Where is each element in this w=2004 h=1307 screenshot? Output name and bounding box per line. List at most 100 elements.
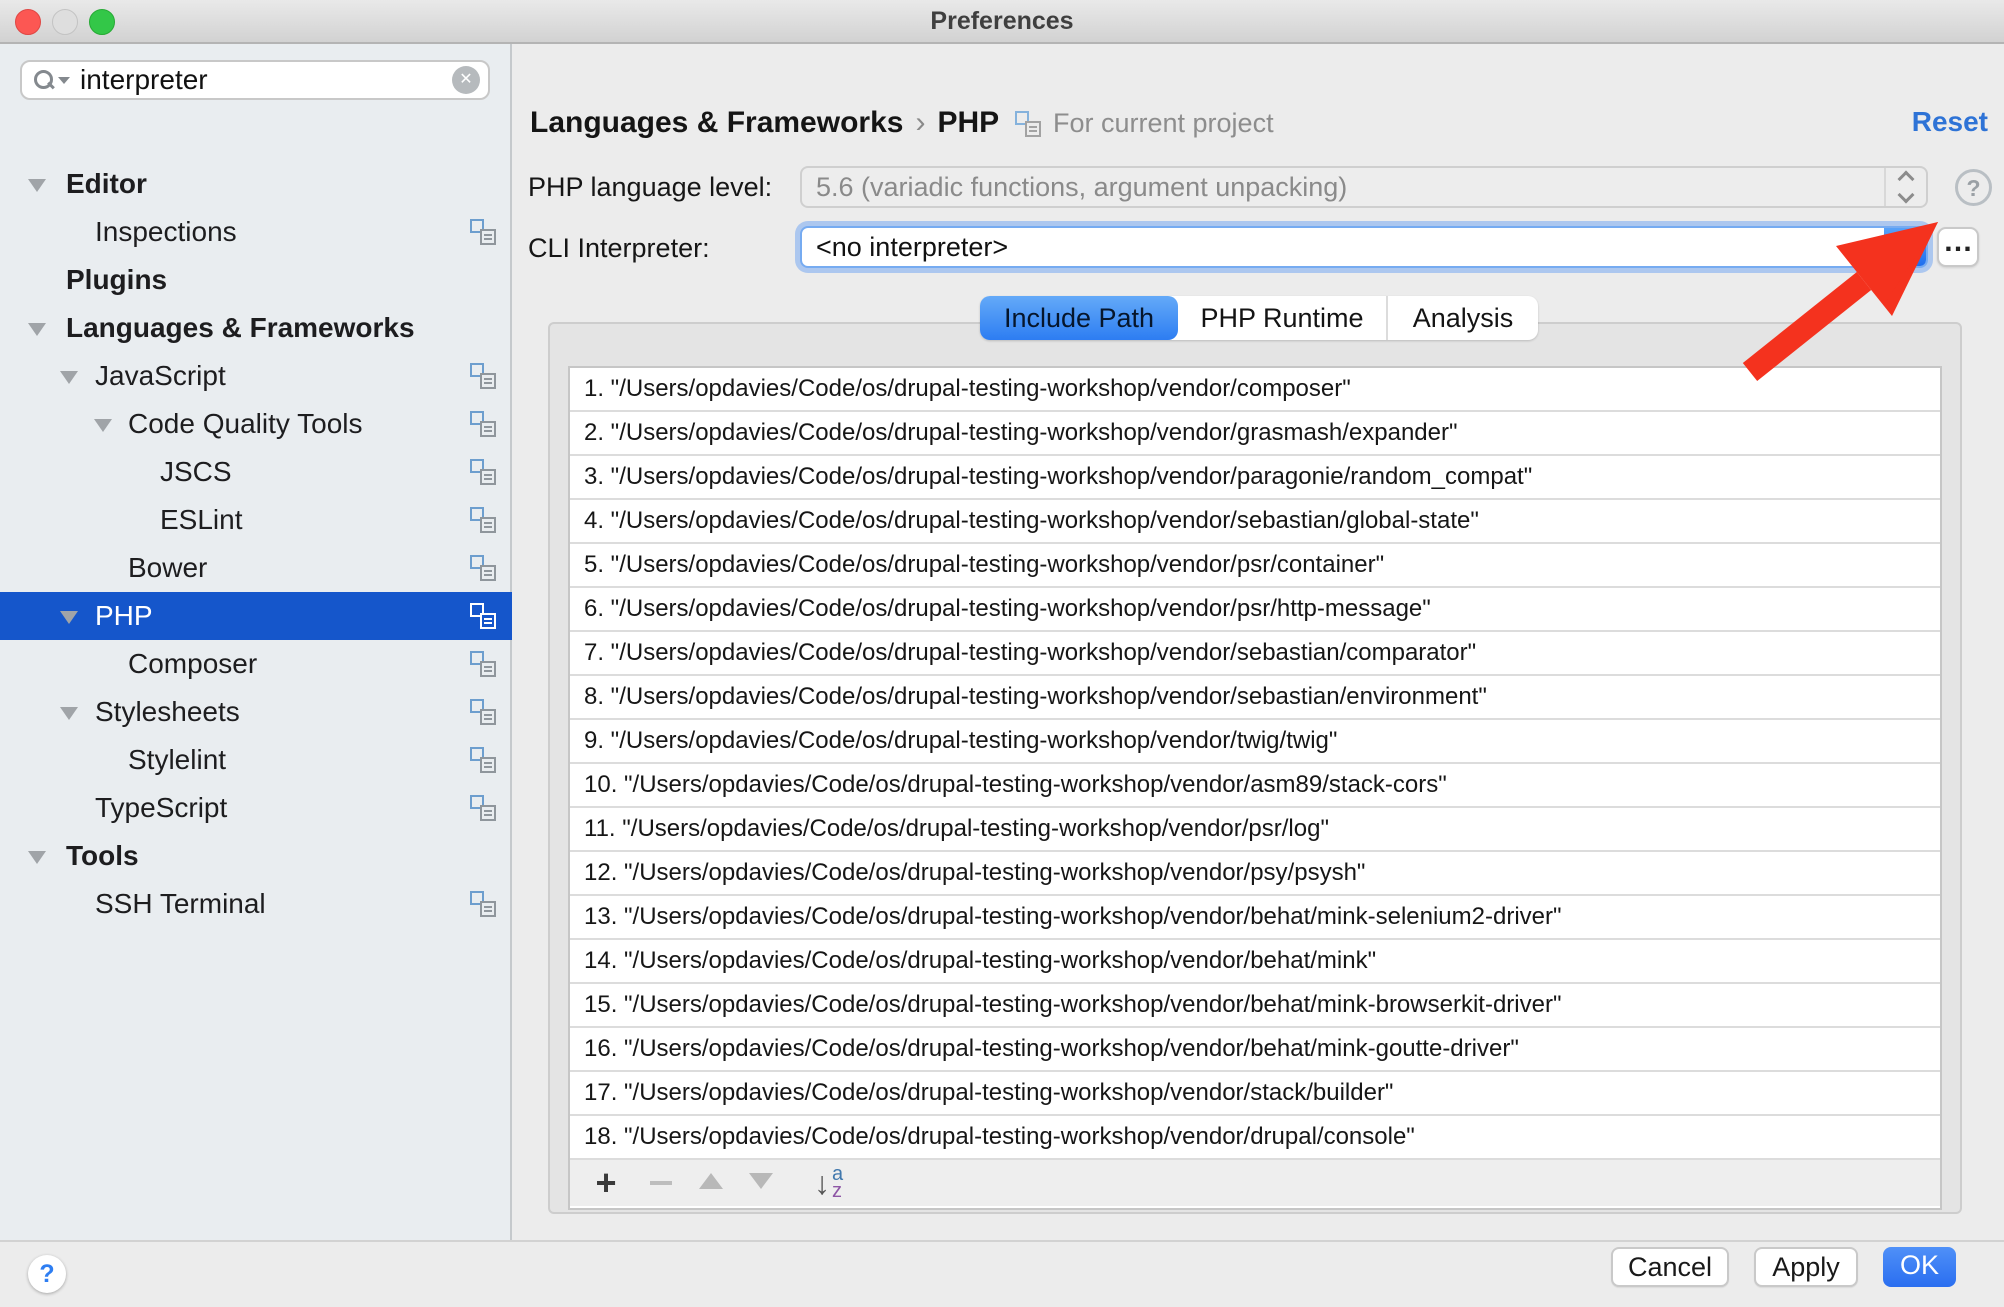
search-options-caret-icon[interactable] xyxy=(58,77,70,84)
include-path-row[interactable]: 17. "/Users/opdavies/Code/os/drupal-test… xyxy=(570,1072,1940,1116)
expand-triangle-icon[interactable] xyxy=(28,851,46,864)
expand-triangle-icon[interactable] xyxy=(28,323,46,336)
sidebar-item-label: PHP xyxy=(95,592,153,640)
cancel-button[interactable]: Cancel xyxy=(1611,1247,1729,1287)
breadcrumb-separator: › xyxy=(903,106,937,139)
include-path-row[interactable]: 9. "/Users/opdavies/Code/os/drupal-testi… xyxy=(570,720,1940,764)
stepper-icon xyxy=(1884,168,1926,206)
ok-button[interactable]: OK xyxy=(1883,1247,1956,1287)
sidebar-item-label: Tools xyxy=(66,832,139,880)
per-project-settings-icon xyxy=(470,363,496,389)
include-path-list: 1. "/Users/opdavies/Code/os/drupal-testi… xyxy=(568,366,1942,1210)
include-path-row[interactable]: 14. "/Users/opdavies/Code/os/drupal-test… xyxy=(570,940,1940,984)
sort-alphabetically-button[interactable]: ↓ az xyxy=(814,1165,843,1202)
sidebar-item-label: Languages & Frameworks xyxy=(66,304,415,352)
reset-link[interactable]: Reset xyxy=(1912,106,1988,138)
settings-content: Languages & Frameworks›PHP For current p… xyxy=(512,44,2004,1240)
search-field[interactable]: ✕ xyxy=(20,60,490,100)
sidebar-item-jscs[interactable]: JSCS xyxy=(0,448,512,496)
move-up-button[interactable] xyxy=(686,1173,736,1194)
per-project-settings-icon xyxy=(470,219,496,245)
breadcrumb-current: PHP xyxy=(937,106,999,139)
include-path-row[interactable]: 3. "/Users/opdavies/Code/os/drupal-testi… xyxy=(570,456,1940,500)
include-path-row[interactable]: 11. "/Users/opdavies/Code/os/drupal-test… xyxy=(570,808,1940,852)
sidebar-item-label: Inspections xyxy=(95,208,237,256)
sidebar-item-label: Editor xyxy=(66,160,147,208)
sidebar-item-bower[interactable]: Bower xyxy=(0,544,512,592)
include-path-row[interactable]: 4. "/Users/opdavies/Code/os/drupal-testi… xyxy=(570,500,1940,544)
expand-triangle-icon[interactable] xyxy=(60,707,78,720)
include-path-row[interactable]: 12. "/Users/opdavies/Code/os/drupal-test… xyxy=(570,852,1940,896)
cli-interpreter-label: CLI Interpreter: xyxy=(528,233,710,264)
sidebar-item-php[interactable]: PHP xyxy=(0,592,512,640)
expand-triangle-icon[interactable] xyxy=(94,419,112,432)
cli-interpreter-value: <no interpreter> xyxy=(816,228,1874,267)
sidebar-item-ssh-terminal[interactable]: SSH Terminal xyxy=(0,880,512,928)
sidebar-item-code-quality-tools[interactable]: Code Quality Tools xyxy=(0,400,512,448)
include-path-row[interactable]: 8. "/Users/opdavies/Code/os/drupal-testi… xyxy=(570,676,1940,720)
sidebar-item-label: TypeScript xyxy=(95,784,227,832)
scope-note: For current project xyxy=(1015,108,1274,139)
remove-path-button[interactable] xyxy=(636,1174,686,1192)
sidebar-item-inspections[interactable]: Inspections xyxy=(0,208,512,256)
language-level-label: PHP language level: xyxy=(528,172,772,203)
clear-search-icon[interactable]: ✕ xyxy=(452,66,480,94)
per-project-settings-icon xyxy=(470,411,496,437)
language-level-value: 5.6 (variadic functions, argument unpack… xyxy=(816,168,1874,207)
include-path-row[interactable]: 13. "/Users/opdavies/Code/os/drupal-test… xyxy=(570,896,1940,940)
help-icon[interactable]: ? xyxy=(1955,169,1992,206)
add-path-button[interactable]: + xyxy=(576,1162,636,1204)
sidebar-item-label: SSH Terminal xyxy=(95,880,266,928)
include-path-row[interactable]: 16. "/Users/opdavies/Code/os/drupal-test… xyxy=(570,1028,1940,1072)
language-level-dropdown[interactable]: 5.6 (variadic functions, argument unpack… xyxy=(800,166,1928,208)
sidebar-item-label: JavaScript xyxy=(95,352,226,400)
per-project-settings-icon xyxy=(470,699,496,725)
sidebar-item-composer[interactable]: Composer xyxy=(0,640,512,688)
tab-analysis[interactable]: Analysis xyxy=(1388,296,1538,340)
include-path-row[interactable]: 10. "/Users/opdavies/Code/os/drupal-test… xyxy=(570,764,1940,808)
sidebar-item-label: Code Quality Tools xyxy=(128,400,363,448)
tab-include-path[interactable]: Include Path xyxy=(980,296,1178,340)
include-path-row[interactable]: 18. "/Users/opdavies/Code/os/drupal-test… xyxy=(570,1116,1940,1160)
expand-triangle-icon[interactable] xyxy=(28,179,46,192)
breadcrumb-parent: Languages & Frameworks xyxy=(530,106,903,139)
per-project-settings-icon xyxy=(470,891,496,917)
sidebar-item-label: Stylelint xyxy=(128,736,226,784)
per-project-settings-icon xyxy=(470,651,496,677)
sidebar-item-typescript[interactable]: TypeScript xyxy=(0,784,512,832)
browse-interpreters-button[interactable]: … xyxy=(1937,227,1979,267)
sidebar-item-eslint[interactable]: ESLint xyxy=(0,496,512,544)
include-path-row[interactable]: 6. "/Users/opdavies/Code/os/drupal-testi… xyxy=(570,588,1940,632)
per-project-settings-icon xyxy=(470,747,496,773)
stepper-icon[interactable] xyxy=(1884,228,1926,266)
sidebar-item-languages-frameworks[interactable]: Languages & Frameworks xyxy=(0,304,512,352)
scope-note-label: For current project xyxy=(1053,108,1274,139)
breadcrumb: Languages & Frameworks›PHP xyxy=(530,106,999,140)
help-button[interactable]: ? xyxy=(28,1255,66,1293)
sidebar-item-stylesheets[interactable]: Stylesheets xyxy=(0,688,512,736)
include-path-row[interactable]: 7. "/Users/opdavies/Code/os/drupal-testi… xyxy=(570,632,1940,676)
search-icon xyxy=(34,70,54,90)
expand-triangle-icon[interactable] xyxy=(60,371,78,384)
sidebar-item-stylelint[interactable]: Stylelint xyxy=(0,736,512,784)
apply-button[interactable]: Apply xyxy=(1754,1247,1858,1287)
sidebar-item-javascript[interactable]: JavaScript xyxy=(0,352,512,400)
include-path-row[interactable]: 2. "/Users/opdavies/Code/os/drupal-testi… xyxy=(570,412,1940,456)
include-path-row[interactable]: 5. "/Users/opdavies/Code/os/drupal-testi… xyxy=(570,544,1940,588)
cli-interpreter-dropdown[interactable]: <no interpreter> xyxy=(800,226,1928,268)
sort-arrow-icon: ↓ xyxy=(814,1165,830,1202)
sidebar-item-tools[interactable]: Tools xyxy=(0,832,512,880)
tab-php-runtime[interactable]: PHP Runtime xyxy=(1178,296,1388,340)
per-project-settings-icon xyxy=(470,603,496,629)
sidebar-item-label: Bower xyxy=(128,544,207,592)
search-input[interactable] xyxy=(78,63,452,97)
expand-triangle-icon[interactable] xyxy=(60,611,78,624)
include-path-row[interactable]: 15. "/Users/opdavies/Code/os/drupal-test… xyxy=(570,984,1940,1028)
per-project-settings-icon xyxy=(1015,111,1041,137)
settings-sidebar: ✕ Editor Inspections Plugins Languages &… xyxy=(0,44,512,1240)
include-path-row[interactable]: 1. "/Users/opdavies/Code/os/drupal-testi… xyxy=(570,368,1940,412)
sidebar-item-editor[interactable]: Editor xyxy=(0,160,512,208)
sidebar-item-plugins[interactable]: Plugins xyxy=(0,256,512,304)
move-down-button[interactable] xyxy=(736,1173,786,1194)
sidebar-item-label: Composer xyxy=(128,640,257,688)
